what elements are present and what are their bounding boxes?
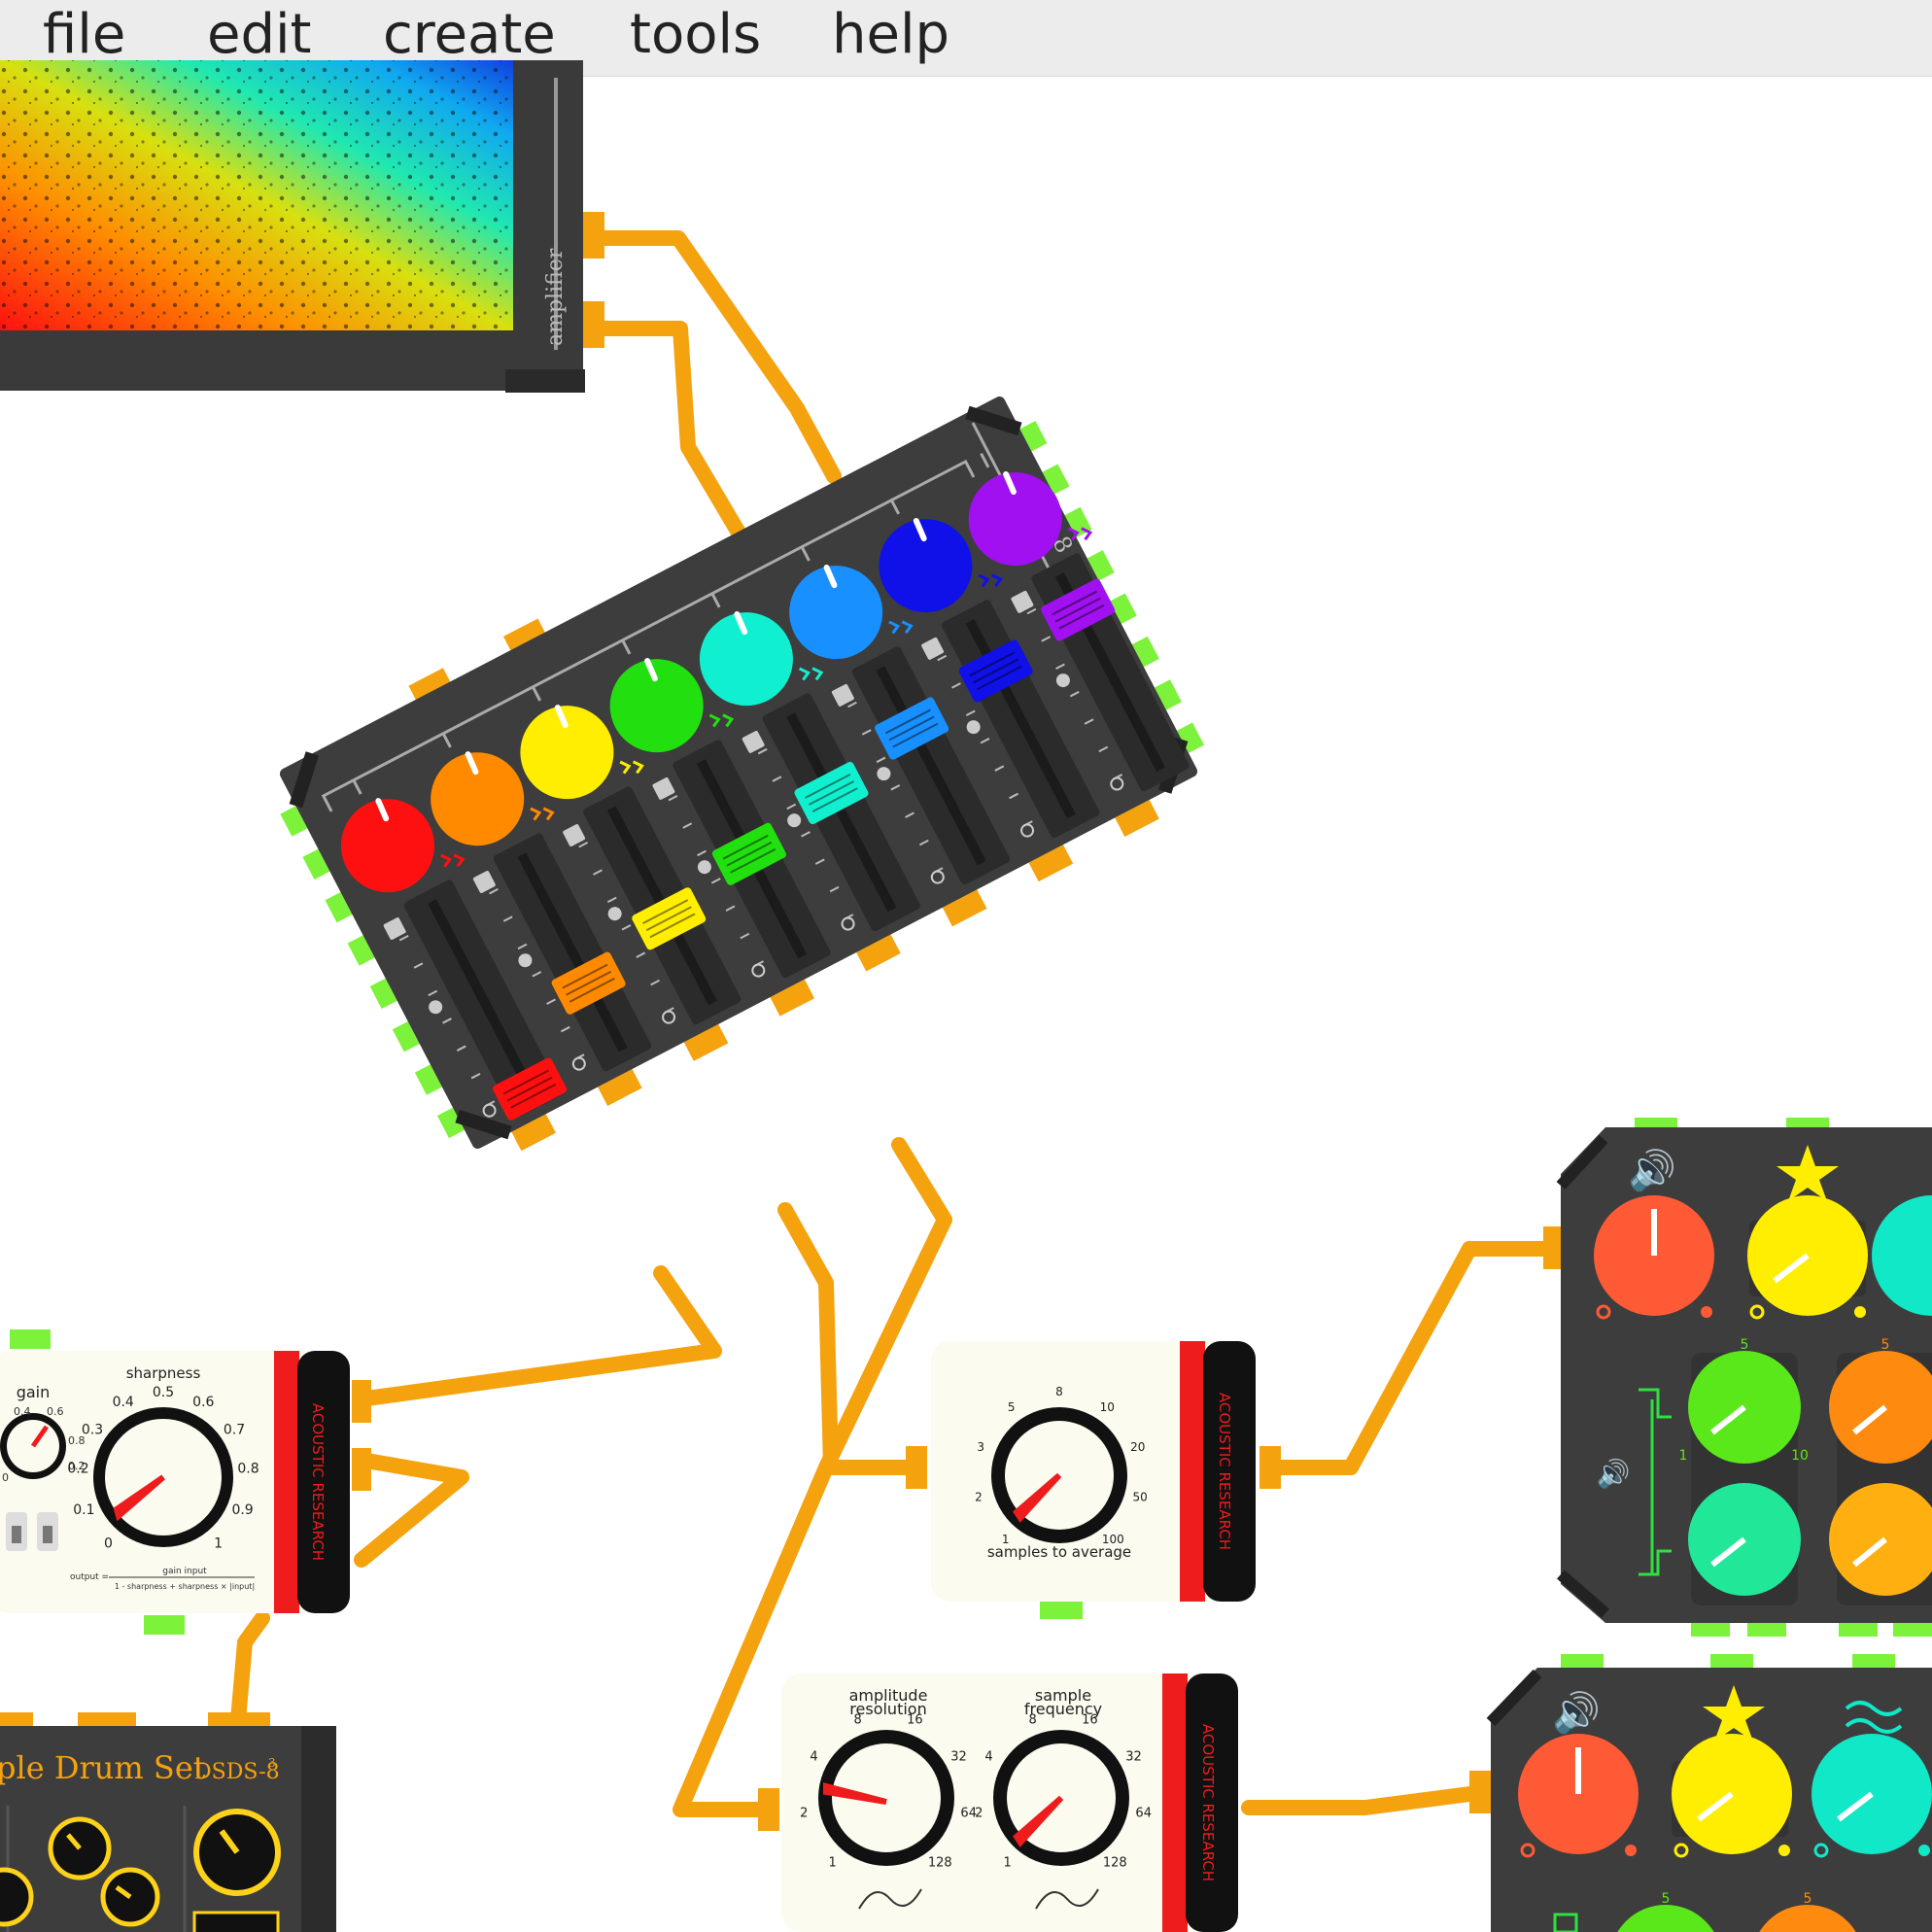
sharpness-tick-label: 0.3 xyxy=(82,1423,103,1438)
frequency-tick-label: 32 xyxy=(1125,1750,1142,1765)
port[interactable] xyxy=(144,1615,185,1635)
sharpness-tick-label: 0.5 xyxy=(153,1385,174,1400)
samples-caption: samples to average xyxy=(987,1543,1131,1561)
cable[interactable] xyxy=(352,1265,722,1407)
sharpener-module[interactable]: ACOUSTIC RESEARCH gain 0.4 0.6 0.8 0.2 0… xyxy=(0,1329,350,1635)
speaker-icon: 🔊 xyxy=(1628,1147,1676,1193)
port[interactable] xyxy=(10,1329,51,1349)
svg-text:1: 1 xyxy=(1679,1448,1688,1464)
bitcrusher-brand: ACOUSTIC RESEARCH xyxy=(1199,1724,1217,1881)
amplitude-tick-label: 128 xyxy=(928,1855,952,1870)
svg-text:5: 5 xyxy=(1804,1891,1812,1907)
samples-tick-label: 5 xyxy=(1008,1400,1016,1414)
sharpener-brand: ACOUSTIC RESEARCH xyxy=(309,1403,327,1561)
svg-text:0.4: 0.4 xyxy=(14,1405,31,1418)
frequency-tick-label: 16 xyxy=(1082,1713,1098,1728)
svg-text:3: 3 xyxy=(268,1756,276,1770)
sharpness-tick-label: 0.2 xyxy=(67,1462,88,1477)
gain-label: gain xyxy=(17,1383,51,1401)
speaker-icon: 🔊 xyxy=(1552,1689,1601,1736)
frequency-tick-label: 4 xyxy=(984,1750,992,1765)
sharpness-tick-label: 0.9 xyxy=(231,1502,253,1518)
amplifier-module[interactable]: amplifier xyxy=(0,60,585,393)
amplitude-tick-label: 4 xyxy=(810,1750,817,1765)
svg-text:0.6: 0.6 xyxy=(47,1405,64,1418)
synth-module-1[interactable]: 🔊 5 5 10 1 🔊 xyxy=(1556,1118,1932,1637)
averager-brand: ACOUSTIC RESEARCH xyxy=(1216,1393,1233,1550)
sharpness-tick-label: 0.6 xyxy=(192,1395,214,1410)
cable[interactable] xyxy=(1241,1785,1485,1815)
cable[interactable] xyxy=(354,1452,469,1568)
amplitude-tick-label: 32 xyxy=(950,1750,967,1765)
samples-tick-label: 20 xyxy=(1130,1440,1145,1454)
frequency-tick-label: 128 xyxy=(1103,1855,1127,1870)
drum-module[interactable]: ple Drum Set DSDS-8 3 xyxy=(0,1712,336,1932)
sharpness-tick-label: 0.8 xyxy=(237,1462,259,1477)
svg-text:0: 0 xyxy=(2,1471,9,1484)
amplitude-tick-label: 16 xyxy=(907,1713,923,1728)
frequency-tick-label: 64 xyxy=(1135,1807,1152,1821)
svg-text:5: 5 xyxy=(1881,1337,1890,1353)
cable[interactable] xyxy=(583,230,842,484)
frequency-tick-label: 8 xyxy=(1028,1713,1036,1728)
amplitude-tick-label: 2 xyxy=(800,1807,808,1821)
amplifier-label: amplifier xyxy=(543,248,568,346)
bitcrusher-module[interactable]: ACOUSTIC RESEARCH amplitude resolution s… xyxy=(781,1673,1238,1932)
mixer-module[interactable]: 8 track mixer xyxy=(256,372,1225,1177)
svg-text:gain input: gain input xyxy=(162,1567,207,1576)
svg-text:10: 10 xyxy=(1791,1448,1809,1464)
cable[interactable] xyxy=(583,321,746,540)
samples-tick-label: 10 xyxy=(1100,1400,1115,1414)
patch-canvas[interactable]: amplifier 8 track mixer xyxy=(0,0,1932,1932)
speaker-icon: 🔊 xyxy=(1597,1457,1631,1490)
sharpness-tick-label: 0.7 xyxy=(224,1423,245,1438)
cable[interactable] xyxy=(1260,1241,1558,1475)
svg-text:1 - sharpness + sharpness × |i: 1 - sharpness + sharpness × |input| xyxy=(115,1582,255,1591)
port[interactable] xyxy=(1040,1600,1083,1619)
sharpness-tick-label: 0 xyxy=(104,1535,113,1551)
amplitude-tick-label: 8 xyxy=(853,1713,861,1728)
drum-knob[interactable] xyxy=(0,1867,34,1927)
svg-text:5: 5 xyxy=(1741,1337,1749,1353)
sharpness-tick-label: 0.4 xyxy=(113,1395,134,1410)
sharpness-tick-label: 0.1 xyxy=(73,1502,94,1518)
amplitude-tick-label: 1 xyxy=(829,1855,837,1870)
samples-tick-label: 8 xyxy=(1055,1385,1063,1398)
samples-tick-label: 2 xyxy=(975,1491,983,1504)
svg-text:output =: output = xyxy=(70,1572,109,1582)
samples-tick-label: 3 xyxy=(977,1440,984,1454)
drum-title: ple Drum Set xyxy=(0,1749,206,1786)
sharpness-tick-label: 1 xyxy=(214,1535,223,1551)
samples-tick-label: 50 xyxy=(1132,1491,1147,1504)
svg-text:5: 5 xyxy=(1662,1891,1671,1907)
frequency-tick-label: 1 xyxy=(1004,1855,1012,1870)
sharpness-label: sharpness xyxy=(126,1364,201,1382)
synth-module-2[interactable]: 🔊 5 5 xyxy=(1486,1654,1932,1932)
drum-model: DSDS-8 xyxy=(194,1760,280,1784)
cable[interactable] xyxy=(230,1610,270,1728)
frequency-tick-label: 2 xyxy=(975,1807,983,1821)
averager-module[interactable]: ACOUSTIC RESEARCH 12358102050100 samples… xyxy=(931,1341,1256,1619)
